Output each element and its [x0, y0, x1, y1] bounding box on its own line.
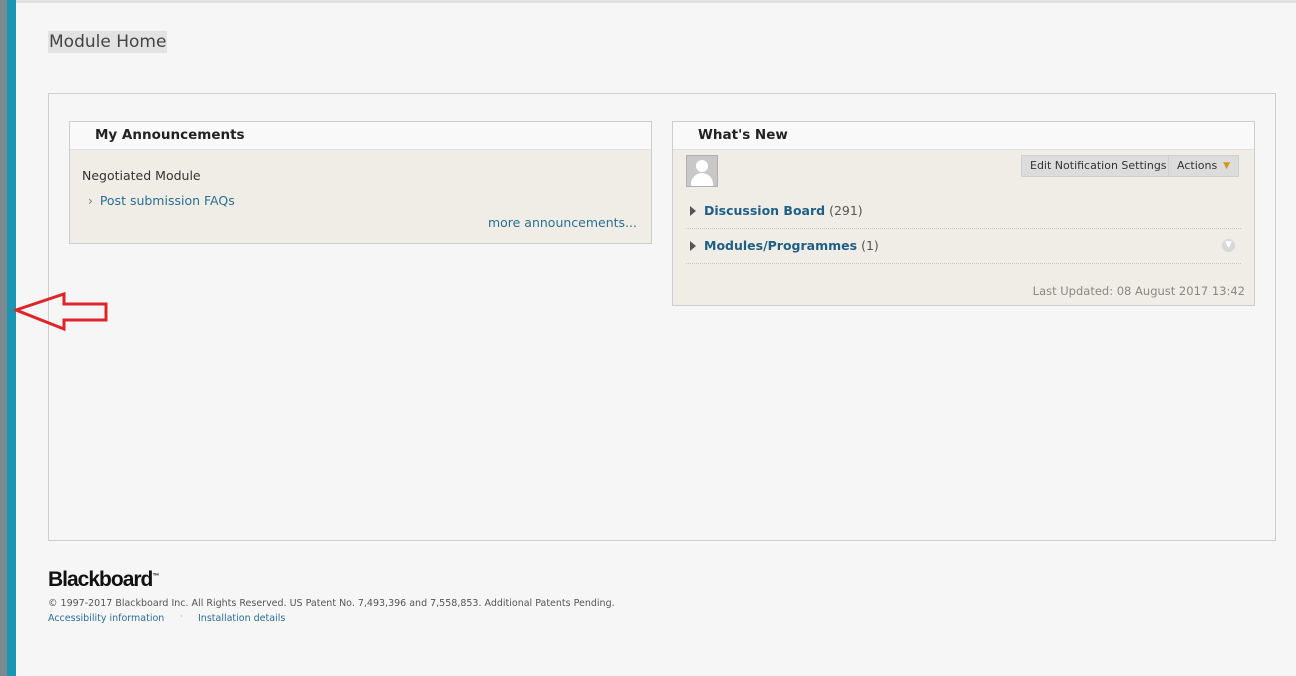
- last-updated-text: Last Updated: 08 August 2017 13:42: [1032, 284, 1245, 298]
- top-border: [16, 0, 1296, 3]
- user-avatar-icon: [686, 155, 718, 187]
- announcements-course-name: Negotiated Module: [82, 168, 201, 183]
- left-edge-bar: [0, 0, 7, 676]
- triangle-right-icon[interactable]: [690, 240, 696, 251]
- whats-new-module: What's New Edit Notification Settings Ac…: [672, 121, 1255, 306]
- double-chevron-down-icon: ▼: [1223, 161, 1230, 171]
- my-announcements-heading: My Announcements: [70, 122, 651, 150]
- announcement-item[interactable]: › Post submission FAQs: [88, 193, 235, 208]
- footer-separator: ·: [180, 612, 183, 622]
- row-label[interactable]: Modules/Programmes: [704, 238, 857, 253]
- course-menu-collapse-bar[interactable]: [7, 0, 16, 676]
- whats-new-heading: What's New: [673, 122, 1254, 150]
- accessibility-information-link[interactable]: Accessibility information: [48, 613, 164, 624]
- whats-new-row-discussion-board[interactable]: Discussion Board (291): [686, 194, 1241, 229]
- blackboard-logo: Blackboard™: [48, 568, 160, 591]
- edit-notification-settings-button[interactable]: Edit Notification Settings: [1021, 155, 1176, 177]
- row-label[interactable]: Discussion Board: [704, 203, 825, 218]
- row-count: (291): [829, 203, 863, 218]
- circle-chevron-down-icon[interactable]: ▼: [1222, 239, 1235, 252]
- chevron-right-icon: ›: [88, 194, 93, 208]
- more-announcements-link[interactable]: more announcements...: [488, 215, 637, 230]
- actions-menu-button[interactable]: Actions ▼: [1168, 155, 1239, 177]
- page-title: Module Home: [48, 31, 168, 53]
- my-announcements-module: My Announcements Negotiated Module › Post…: [69, 121, 652, 244]
- whats-new-row-modules-programmes[interactable]: Modules/Programmes (1) ▼: [686, 229, 1241, 264]
- installation-details-link[interactable]: Installation details: [198, 613, 285, 624]
- row-count: (1): [861, 238, 879, 253]
- triangle-right-icon[interactable]: [690, 205, 696, 216]
- actions-label: Actions: [1177, 159, 1218, 172]
- arrow-left-icon: [14, 291, 108, 331]
- announcement-item-label[interactable]: Post submission FAQs: [100, 193, 235, 208]
- copyright-text: © 1997-2017 Blackboard Inc. All Rights R…: [48, 598, 615, 609]
